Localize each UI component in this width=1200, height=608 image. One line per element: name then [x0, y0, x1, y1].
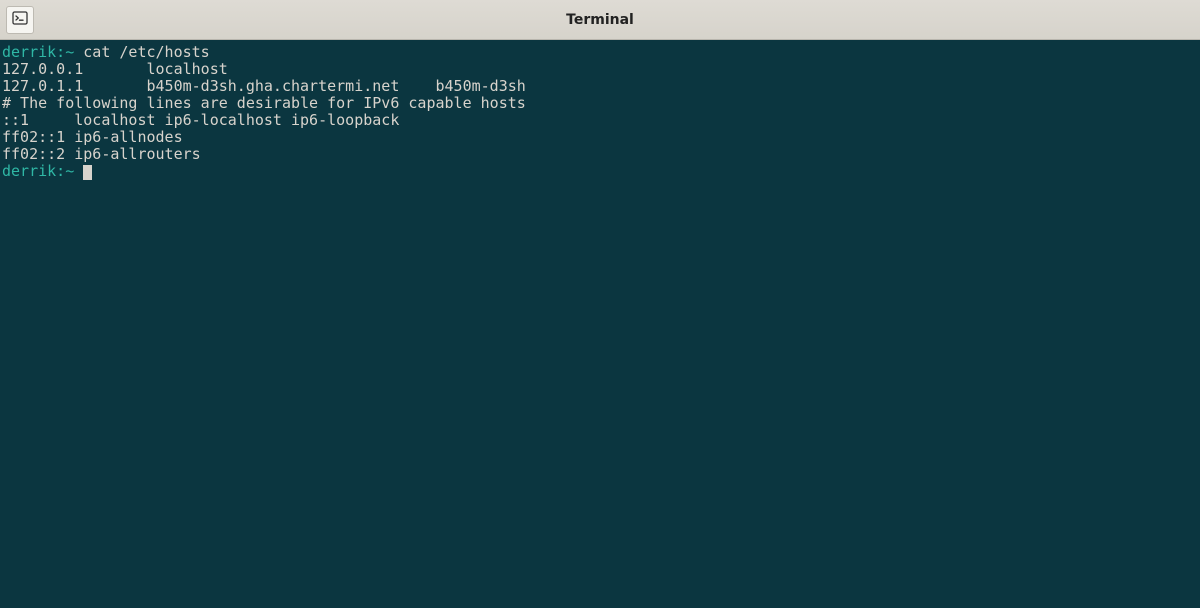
shell-command — [74, 162, 83, 180]
terminal-line: 127.0.1.1 b450m-d3sh.gha.chartermi.net b… — [2, 78, 1198, 95]
terminal-cursor — [83, 165, 92, 180]
terminal-icon — [12, 10, 28, 30]
terminal-line: ff02::2 ip6-allrouters — [2, 146, 1198, 163]
window-title: Terminal — [0, 12, 1200, 28]
terminal-line: derrik:~ — [2, 163, 1198, 180]
terminal-line: # The following lines are desirable for … — [2, 95, 1198, 112]
terminal-line: 127.0.0.1 localhost — [2, 61, 1198, 78]
shell-command: cat /etc/hosts — [74, 43, 209, 61]
terminal-line: derrik:~ cat /etc/hosts — [2, 44, 1198, 61]
main-menu-button[interactable] — [6, 6, 34, 34]
terminal-line: ff02::1 ip6-allnodes — [2, 129, 1198, 146]
window-titlebar: Terminal — [0, 0, 1200, 40]
shell-prompt: derrik:~ — [2, 43, 74, 61]
shell-prompt: derrik:~ — [2, 162, 74, 180]
terminal-viewport[interactable]: derrik:~ cat /etc/hosts127.0.0.1 localho… — [0, 40, 1200, 608]
terminal-line: ::1 localhost ip6-localhost ip6-loopback — [2, 112, 1198, 129]
